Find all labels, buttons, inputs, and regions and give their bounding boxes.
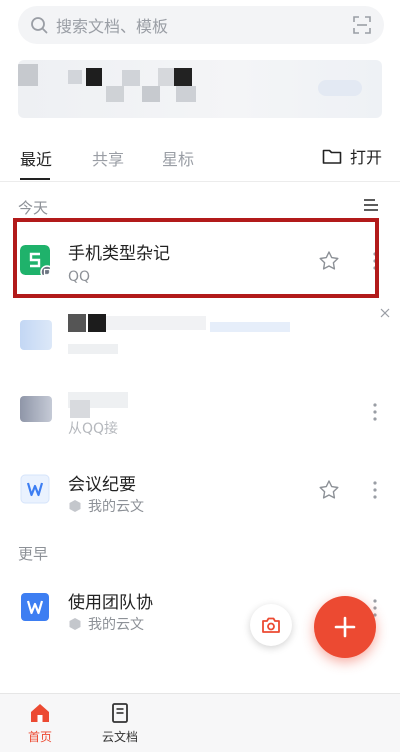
banner-image	[86, 68, 102, 86]
blurred-text	[70, 400, 90, 418]
tab-starred[interactable]: 星标	[162, 146, 194, 170]
tab-recent[interactable]: 最近	[20, 146, 52, 170]
file-subtitle: 我的云文	[68, 614, 144, 634]
file-subtitle: 我的云文	[68, 496, 144, 516]
search-icon	[31, 17, 48, 34]
cloud-doc-icon	[69, 618, 81, 630]
plus-icon	[334, 616, 356, 638]
blurred-text	[68, 314, 86, 332]
banner-image	[106, 86, 124, 102]
more-icon[interactable]	[372, 402, 378, 422]
banner-image	[318, 80, 362, 96]
banner-image	[18, 64, 38, 86]
search-input[interactable]: 搜索文档、模板	[18, 6, 384, 44]
create-new-button[interactable]	[314, 596, 376, 658]
sort-icon[interactable]	[362, 198, 380, 212]
document-icon	[112, 703, 128, 723]
blurred-text	[210, 322, 290, 332]
more-icon[interactable]	[372, 480, 378, 500]
nav-home-label: 首页	[27, 730, 52, 744]
word-doc-icon	[20, 474, 50, 504]
banner-image	[142, 86, 160, 102]
file-subtitle: 从QQ接	[68, 418, 118, 438]
close-icon[interactable]	[380, 308, 390, 318]
file-thumbnail	[20, 396, 52, 422]
folder-icon	[322, 149, 342, 164]
banner-image	[122, 70, 140, 86]
divider	[0, 181, 400, 182]
search-bar: 搜索文档、模板	[0, 0, 400, 52]
home-icon	[31, 704, 49, 722]
nav-cloud-docs-label: 云文档	[101, 730, 138, 744]
file-location: 我的云文	[88, 499, 144, 515]
file-source: 从QQ接	[68, 421, 119, 437]
camera-icon	[262, 617, 280, 633]
star-icon[interactable]	[318, 479, 340, 501]
file-row[interactable]: 从QQ接	[0, 374, 400, 450]
section-today: 今天	[18, 199, 49, 217]
blurred-text	[68, 344, 118, 354]
cloud-doc-icon	[69, 500, 81, 512]
nav-home[interactable]: 首页	[10, 702, 70, 745]
file-thumbnail	[20, 320, 52, 350]
blurred-text	[88, 314, 106, 332]
section-earlier: 更早	[18, 545, 49, 563]
banner-image	[174, 68, 192, 86]
camera-button[interactable]	[250, 604, 292, 646]
nav-cloud-docs[interactable]: 云文档	[90, 702, 150, 745]
scan-icon[interactable]	[352, 15, 372, 35]
highlight-annotation	[13, 218, 379, 298]
file-title: 会议纪要	[68, 475, 136, 495]
bottom-nav: 首页 云文档	[0, 693, 400, 752]
open-button[interactable]: 打开	[322, 144, 382, 168]
file-row[interactable]	[0, 300, 400, 376]
banner-image	[68, 70, 82, 84]
banner-image	[176, 86, 196, 102]
file-location: 我的云文	[88, 617, 144, 633]
word-doc-icon	[21, 593, 49, 621]
promo-banner[interactable]	[18, 60, 382, 118]
file-row[interactable]: 会议纪要 我的云文	[0, 452, 400, 528]
tab-bar: 最近 共享 星标 打开	[0, 128, 400, 180]
open-button-label: 打开	[349, 148, 382, 167]
file-title: 使用团队协	[68, 593, 153, 613]
search-placeholder: 搜索文档、模板	[56, 17, 169, 36]
blurred-text	[106, 316, 206, 330]
tab-shared[interactable]: 共享	[92, 146, 124, 170]
tab-underline	[20, 178, 50, 180]
